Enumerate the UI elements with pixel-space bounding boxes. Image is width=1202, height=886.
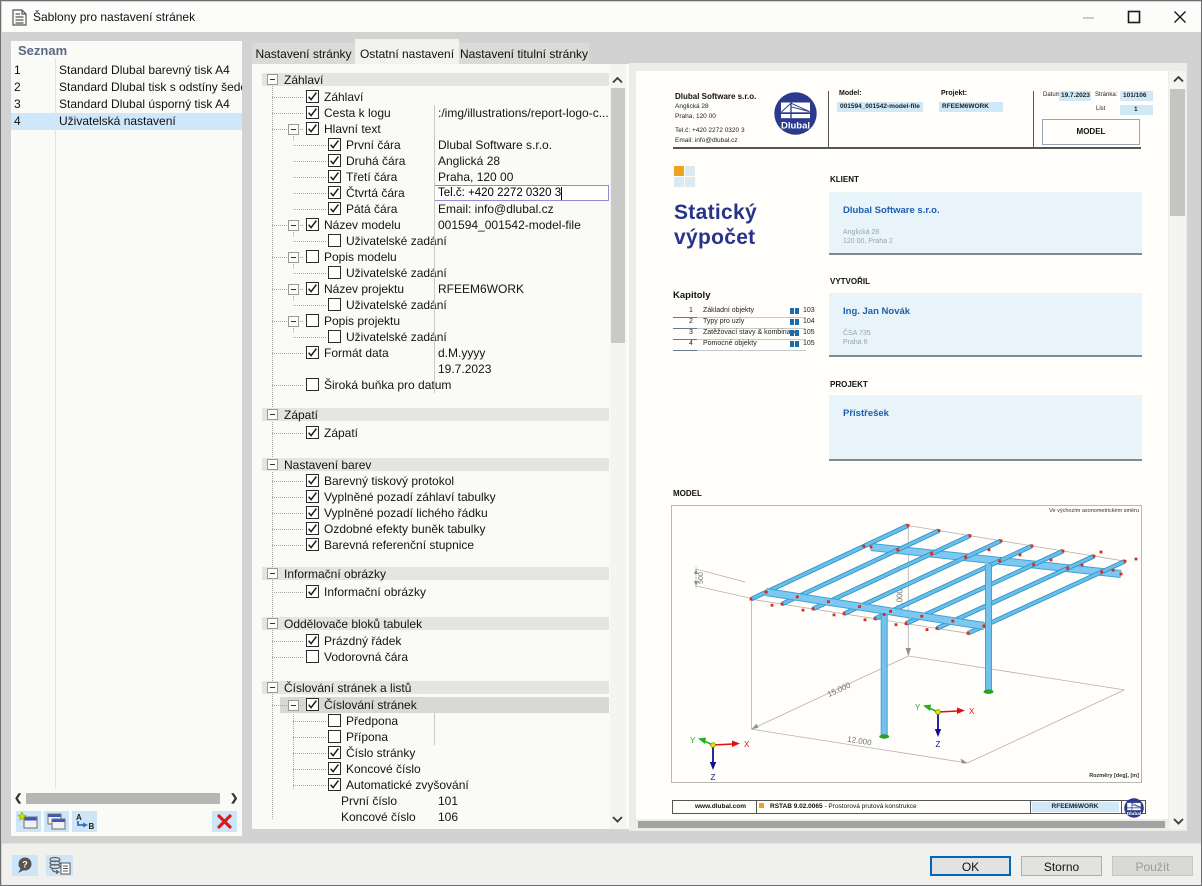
svg-text:Dlubal: Dlubal (781, 121, 810, 132)
svg-text:A: A (76, 813, 82, 822)
svg-text:15.000: 15.000 (826, 680, 852, 699)
svg-text:X: X (969, 707, 975, 716)
svg-text:X: X (744, 740, 750, 749)
svg-text:500: 500 (698, 572, 705, 584)
svg-text:B: B (89, 822, 95, 831)
svg-text:?: ? (22, 860, 28, 870)
svg-text:12.000: 12.000 (847, 735, 873, 748)
svg-text:Z: Z (936, 740, 941, 749)
svg-text:Dlubal: Dlubal (1127, 811, 1141, 816)
svg-text:Z: Z (711, 773, 716, 782)
svg-text:Y: Y (690, 736, 696, 745)
svg-text:Y: Y (915, 703, 921, 712)
